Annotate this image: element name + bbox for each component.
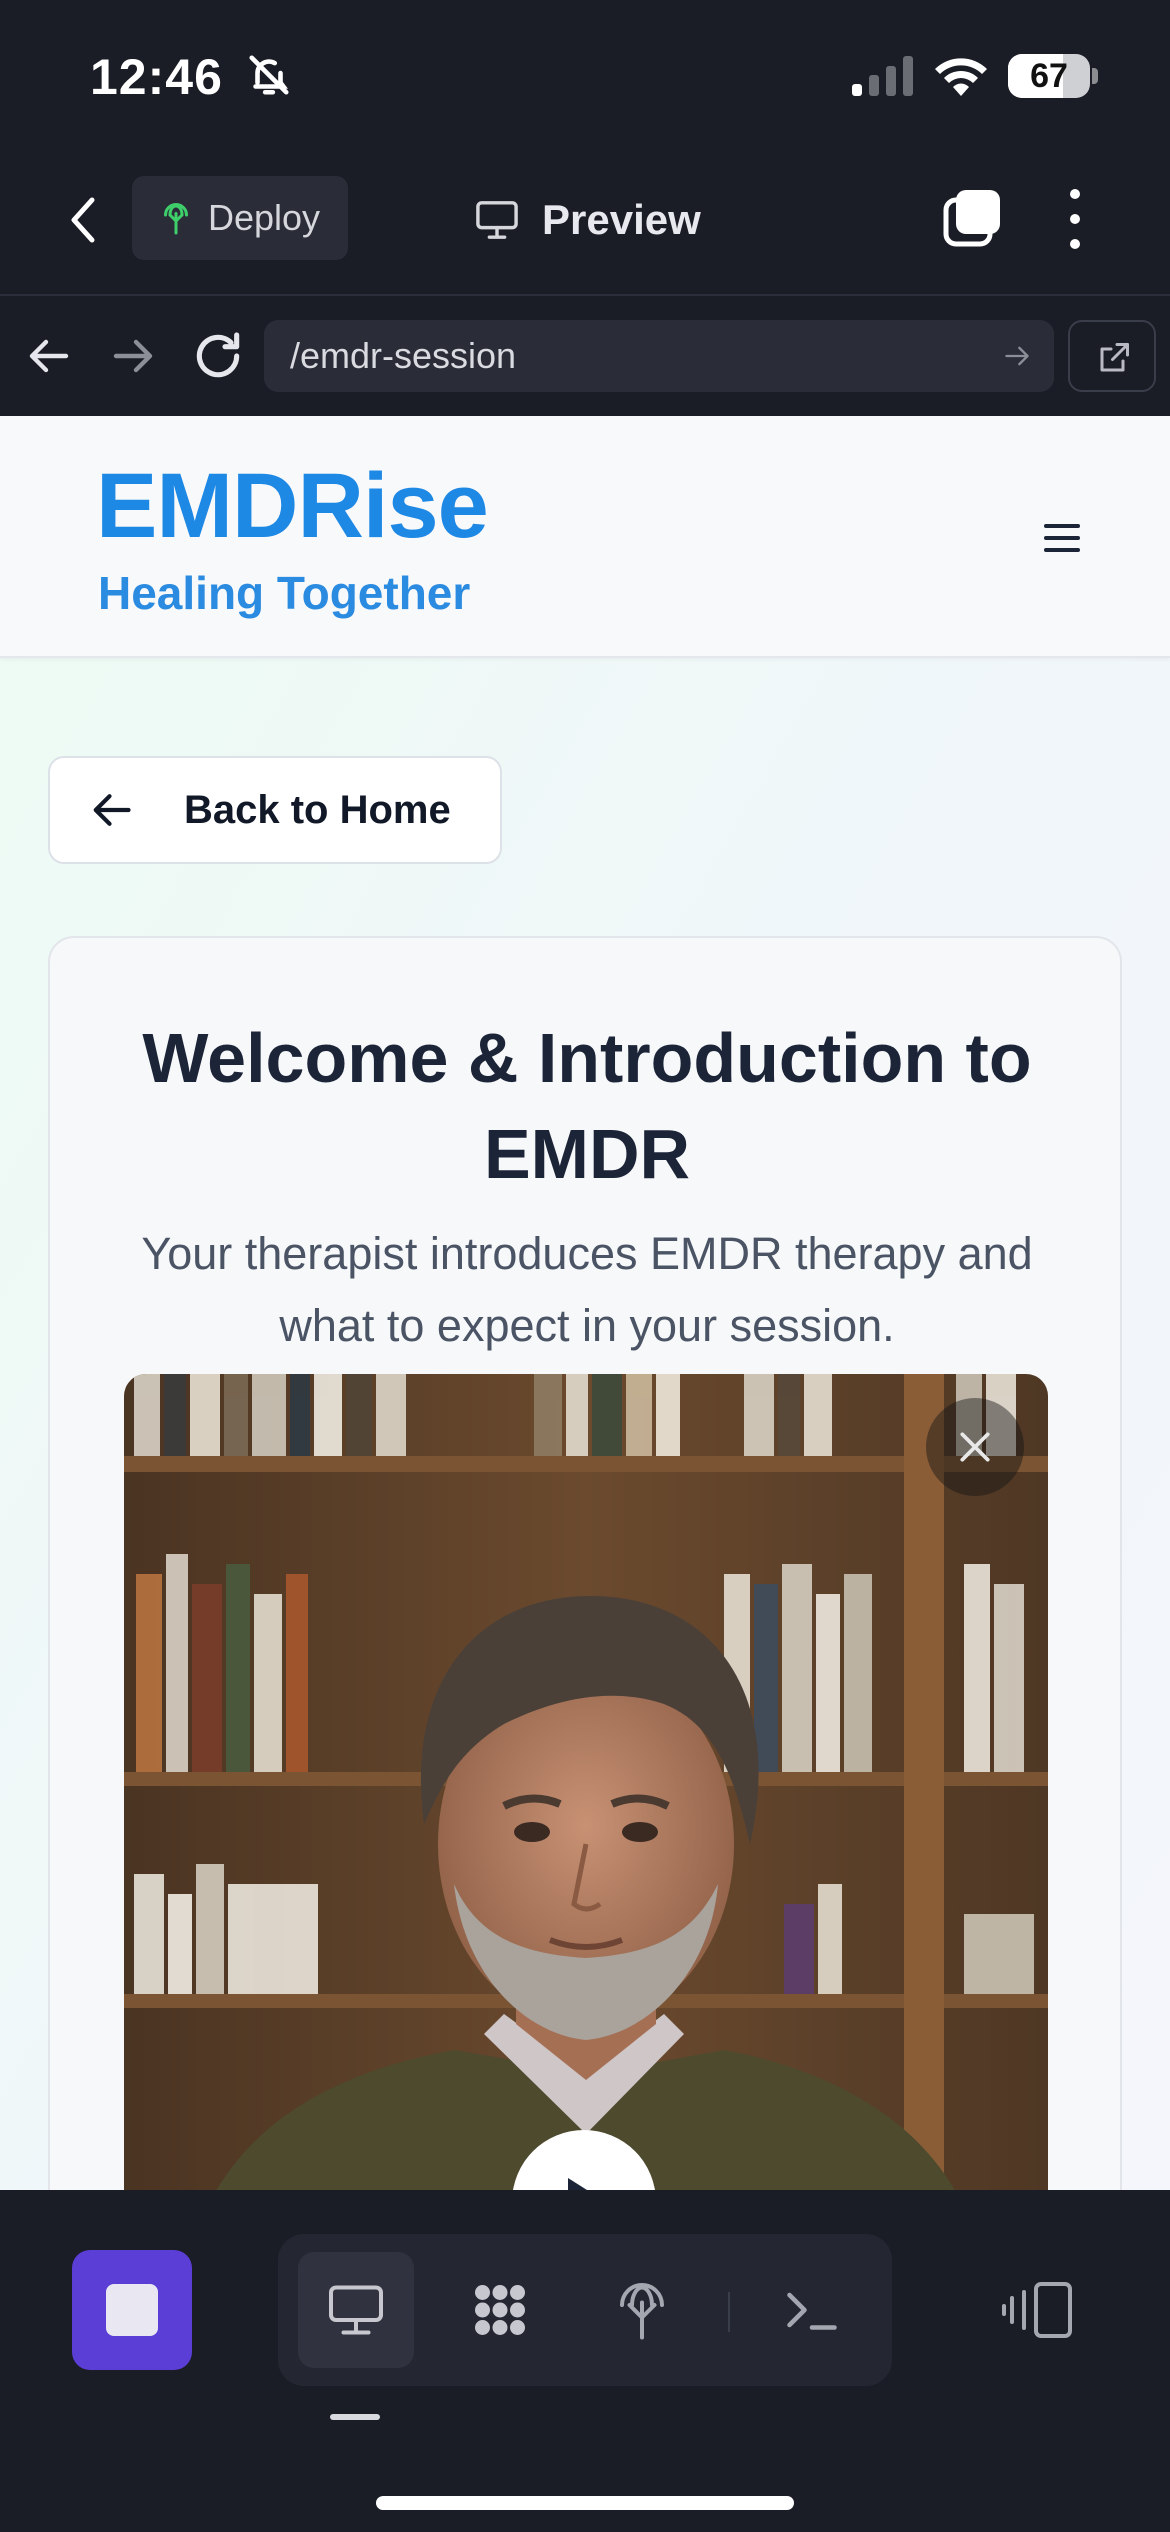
app-toolbar: Deploy Preview [0, 150, 1170, 295]
tabs-icon[interactable] [940, 186, 1004, 250]
dock-tabs [278, 2234, 892, 2386]
monitor-icon [329, 2285, 383, 2335]
session-subtitle: Your therapist introduces EMDR therapy a… [141, 1228, 1033, 1351]
hamburger-menu-icon[interactable] [1040, 520, 1084, 556]
battery-indicator: 67 [1008, 54, 1090, 98]
wifi-icon [935, 58, 987, 96]
home-indicator [376, 2496, 794, 2510]
monitor-icon [476, 201, 518, 239]
preview-tab[interactable]: Preview [474, 190, 701, 250]
battery-percent: 67 [1030, 57, 1068, 95]
battery-nub [1092, 68, 1098, 84]
preview-label: Preview [542, 196, 701, 243]
dock-tab-terminal[interactable] [754, 2252, 870, 2368]
device-icon[interactable] [1000, 2280, 1074, 2340]
site-logo[interactable]: EMDRise [96, 454, 489, 559]
stop-icon [106, 2284, 158, 2336]
close-icon [960, 1432, 990, 1462]
deploy-button[interactable]: Deploy [132, 176, 348, 260]
session-card: Welcome & Introduction to EMDR Your ther… [48, 936, 1122, 2190]
arrow-left-icon [93, 794, 131, 826]
therapist-video-image [124, 1374, 1048, 2190]
arrow-right-icon[interactable] [108, 332, 156, 380]
arrow-right-icon[interactable] [1002, 342, 1032, 370]
therapist-video[interactable] [124, 1374, 1048, 2190]
deploy-tree-icon [164, 203, 188, 235]
dock-tab-apps[interactable] [442, 2252, 558, 2368]
dock-separator [728, 2292, 730, 2332]
open-external-button[interactable] [1068, 320, 1156, 392]
site-header: EMDRise Healing Together [0, 416, 1170, 658]
dock-tab-deploy[interactable] [584, 2252, 700, 2368]
arrow-left-icon[interactable] [26, 332, 74, 380]
more-vertical-icon[interactable] [1060, 186, 1090, 252]
deploy-label: Deploy [208, 197, 321, 238]
signal-icon [852, 56, 913, 96]
web-preview: EMDRise Healing Together Back to Home We… [0, 416, 1170, 2190]
dock-tab-preview[interactable] [298, 2252, 414, 2368]
url-input[interactable]: /emdr-session [264, 320, 1054, 392]
reload-icon[interactable] [190, 328, 246, 384]
active-tab-indicator [330, 2414, 380, 2420]
status-time: 12:46 [90, 49, 223, 105]
session-title: Welcome & Introduction to EMDR [142, 1019, 1032, 1193]
url-bar: /emdr-session [0, 296, 1170, 416]
grid-icon [475, 2285, 525, 2335]
deploy-tree-icon [620, 2283, 664, 2340]
bottom-dock [0, 2190, 1170, 2532]
terminal-icon [787, 2292, 837, 2330]
close-video-button[interactable] [926, 1398, 1024, 1496]
stop-button[interactable] [72, 2250, 192, 2370]
external-link-icon [1100, 343, 1129, 372]
back-to-home-button[interactable]: Back to Home [48, 756, 502, 864]
play-icon [568, 2178, 587, 2190]
site-tagline: Healing Together [98, 567, 471, 619]
chevron-left-icon[interactable] [60, 190, 110, 250]
bell-slash-icon [249, 55, 289, 95]
back-to-home-label: Back to Home [184, 787, 451, 832]
url-text: /emdr-session [290, 335, 517, 376]
status-bar: 12:46 67 [0, 0, 1170, 150]
